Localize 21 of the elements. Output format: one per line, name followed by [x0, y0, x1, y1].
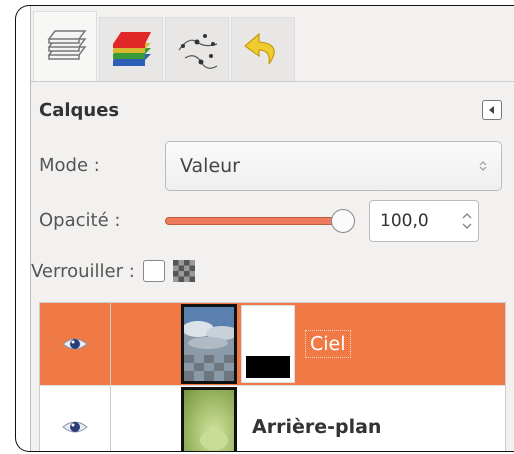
layer-mask-thumbnail[interactable] [241, 305, 295, 383]
dockable-title: Calques [39, 100, 120, 120]
lock-label: Verrouiller : [31, 260, 135, 282]
opacity-slider[interactable] [165, 208, 355, 232]
layers-tab[interactable] [33, 11, 97, 81]
layer-name[interactable]: Arrière-plan [247, 413, 386, 441]
paths-tab[interactable] [165, 17, 229, 81]
spinner-arrows-icon [462, 212, 472, 230]
tab-menu-button[interactable] [482, 100, 502, 120]
opacity-spinbox[interactable]: 100,0 [369, 200, 479, 242]
channels-tab[interactable] [99, 17, 163, 81]
layer-row[interactable]: Arrière-plan [40, 386, 505, 451]
opacity-label: Opacité : [39, 210, 122, 231]
lock-pixels-checkbox[interactable] [142, 260, 165, 282]
mode-dropdown[interactable]: Valeur [165, 140, 502, 190]
spinner-arrows-icon [479, 160, 487, 172]
mode-label: Mode : [39, 155, 101, 176]
eye-icon[interactable] [61, 336, 89, 352]
triangle-left-icon [488, 106, 496, 114]
checkerboard-icon[interactable] [172, 260, 195, 282]
eye-icon[interactable] [61, 419, 89, 435]
